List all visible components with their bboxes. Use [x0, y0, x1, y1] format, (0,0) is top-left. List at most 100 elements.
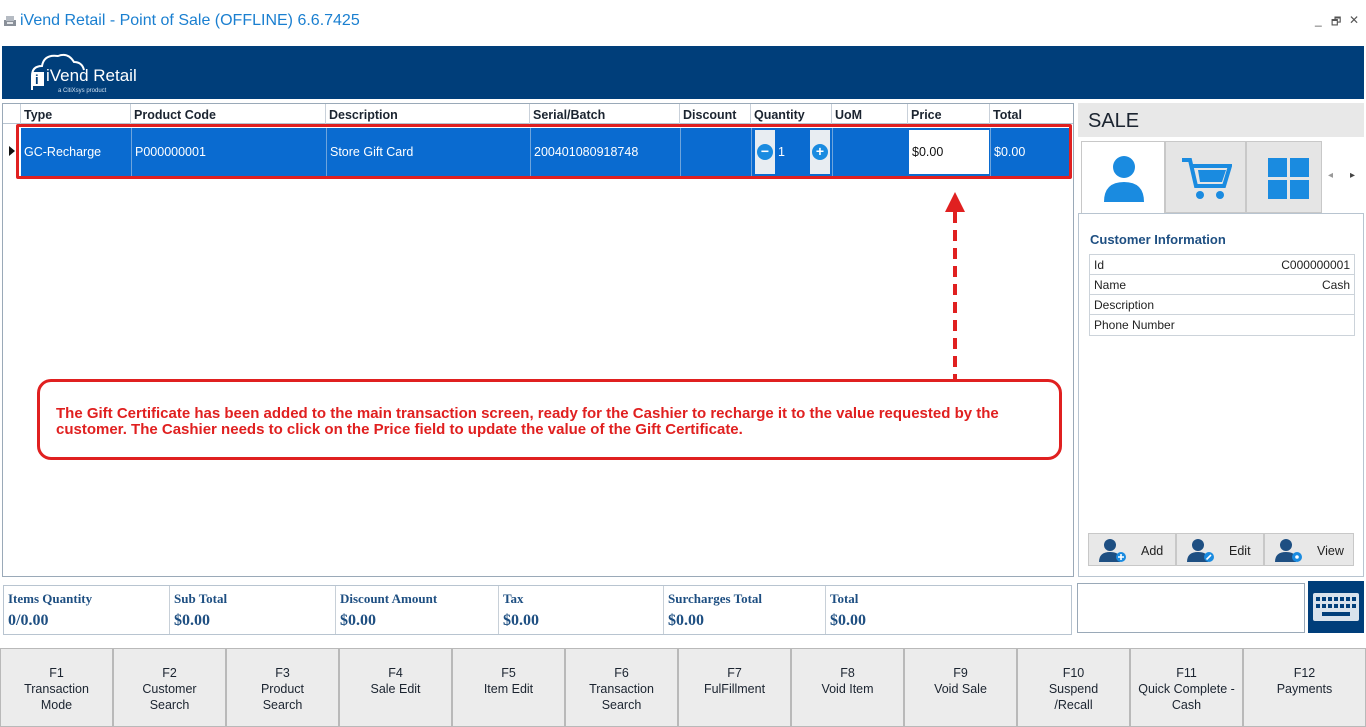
- view-customer-icon: [1275, 539, 1302, 562]
- field-label: Id: [1094, 258, 1105, 272]
- scan-input[interactable]: [1077, 583, 1305, 633]
- title-bar: iVend Retail - Point of Sale (OFFLINE) 6…: [0, 0, 1366, 44]
- tiles-icon: [1268, 158, 1309, 199]
- column-header-total[interactable]: Total: [989, 104, 1073, 124]
- total-grand: Total $0.00: [826, 586, 1071, 634]
- total-value: $0.00: [668, 612, 704, 629]
- logo-subtext: a CitiXsys product: [58, 88, 107, 94]
- f10-suspend-recall-button[interactable]: F10 Suspend /Recall: [1017, 648, 1130, 727]
- logo-glyph: i: [35, 72, 39, 87]
- key-label: F2: [162, 666, 177, 680]
- tab-tiles[interactable]: [1246, 141, 1322, 213]
- key-action: Void Item: [821, 682, 874, 696]
- column-header-discount[interactable]: Discount: [679, 104, 750, 124]
- f1-transaction-mode-button[interactable]: F1 Transaction Mode: [0, 648, 113, 727]
- key-action: Suspend /Recall: [1048, 682, 1099, 712]
- customer-field-name: Name Cash: [1090, 275, 1354, 295]
- customer-info-panel: Customer Information Id C000000001 Name …: [1078, 213, 1364, 577]
- add-customer-button[interactable]: Add: [1088, 533, 1176, 566]
- total-value: $0.00: [830, 612, 866, 629]
- field-label: Name: [1094, 278, 1127, 292]
- add-customer-icon: [1099, 539, 1126, 562]
- f2-customer-search-button[interactable]: F2 Customer Search: [113, 648, 226, 727]
- total-value: $0.00: [174, 612, 210, 629]
- f4-sale-edit-button[interactable]: F4 Sale Edit: [339, 648, 452, 727]
- view-label: View: [1317, 544, 1344, 558]
- key-label: F9: [953, 666, 968, 680]
- total-sub-total: Sub Total $0.00: [170, 586, 336, 634]
- key-label: F5: [501, 666, 516, 680]
- total-label: Surcharges Total: [668, 591, 763, 606]
- field-label: Description: [1094, 298, 1155, 312]
- annotation-text: The Gift Certificate has been added to t…: [56, 405, 999, 438]
- key-label: F11: [1176, 666, 1197, 680]
- sale-title: SALE: [1088, 110, 1140, 132]
- tab-scroll-right-icon[interactable]: ▸: [1350, 170, 1355, 181]
- customer-icon: [1104, 156, 1144, 202]
- f8-void-item-button[interactable]: F8 Void Item: [791, 648, 904, 727]
- customer-field-id: Id C000000001: [1090, 255, 1354, 275]
- restore-icon[interactable]: 🗗: [1331, 13, 1341, 32]
- column-header-price[interactable]: Price: [907, 104, 989, 124]
- key-label: F10: [1062, 666, 1085, 680]
- total-value: $0.00: [503, 612, 539, 629]
- app-icon: [4, 16, 16, 26]
- customer-info-title: Customer Information: [1090, 232, 1226, 247]
- cart-icon: [1182, 158, 1232, 199]
- key-action: Quick Complete - Cash: [1138, 682, 1235, 712]
- key-label: F6: [614, 666, 629, 680]
- key-action: Item Edit: [483, 682, 534, 696]
- column-header-quantity[interactable]: Quantity: [750, 104, 831, 124]
- key-action: Product Search: [260, 682, 305, 712]
- grid-header: Type Product Code Description Serial/Bat…: [3, 104, 1073, 124]
- key-action: Payments: [1276, 682, 1333, 696]
- view-customer-button[interactable]: View: [1264, 533, 1354, 566]
- customer-field-description: Description: [1090, 295, 1354, 315]
- column-header-serial-batch[interactable]: Serial/Batch: [529, 104, 679, 124]
- column-header-product-code[interactable]: Product Code: [130, 104, 325, 124]
- total-label: Sub Total: [174, 591, 228, 606]
- f7-fulfillment-button[interactable]: F7 FulFillment: [678, 648, 791, 727]
- column-header-uom[interactable]: UoM: [831, 104, 907, 124]
- keyboard-icon: [1313, 593, 1359, 621]
- f3-product-search-button[interactable]: F3 Product Search: [226, 648, 339, 727]
- total-value: $0.00: [340, 612, 376, 629]
- tab-scroll-left-icon[interactable]: ◂: [1328, 170, 1333, 181]
- function-key-bar: F1 Transaction Mode F2 Customer Search F…: [0, 648, 1366, 727]
- field-label: Phone Number: [1094, 318, 1175, 332]
- window-title: iVend Retail - Point of Sale (OFFLINE) 6…: [20, 12, 360, 29]
- f12-payments-button[interactable]: F12 Payments: [1243, 648, 1366, 727]
- f5-item-edit-button[interactable]: F5 Item Edit: [452, 648, 565, 727]
- row-indicator-icon: [9, 146, 15, 156]
- total-label: Items Quantity: [8, 591, 93, 606]
- field-value: C000000001: [1281, 258, 1350, 272]
- f11-quick-complete-cash-button[interactable]: F11 Quick Complete - Cash: [1130, 648, 1243, 727]
- column-header-type[interactable]: Type: [20, 104, 130, 124]
- totals-bar: Items Quantity 0/0.00 Sub Total $0.00 Di…: [3, 585, 1072, 635]
- total-items-quantity: Items Quantity 0/0.00: [4, 586, 170, 634]
- edit-customer-button[interactable]: Edit: [1176, 533, 1264, 566]
- key-label: F8: [840, 666, 855, 680]
- logo-text: iVend Retail: [46, 66, 137, 85]
- total-discount-amount: Discount Amount $0.00: [336, 586, 499, 634]
- f9-void-sale-button[interactable]: F9 Void Sale: [904, 648, 1017, 727]
- key-label: F4: [388, 666, 403, 680]
- total-label: Discount Amount: [340, 591, 438, 606]
- field-value: Cash: [1321, 278, 1350, 292]
- total-value: 0/0.00: [8, 612, 49, 629]
- keyboard-button[interactable]: [1308, 581, 1364, 633]
- row-highlight-annotation: [16, 124, 1072, 179]
- total-surcharges: Surcharges Total $0.00: [664, 586, 826, 634]
- key-label: F1: [49, 666, 64, 680]
- key-label: F3: [275, 666, 290, 680]
- annotation-arrow-icon: [945, 192, 965, 380]
- close-icon[interactable]: ✕: [1349, 13, 1359, 27]
- column-header-description[interactable]: Description: [325, 104, 529, 124]
- f6-transaction-search-button[interactable]: F6 Transaction Search: [565, 648, 678, 727]
- customer-info-table: Id C000000001 Name Cash Description Phon…: [1089, 254, 1355, 336]
- minimize-icon[interactable]: _: [1315, 13, 1322, 27]
- key-action: Transaction Search: [589, 682, 654, 712]
- tab-cart[interactable]: [1165, 141, 1246, 213]
- edit-label: Edit: [1229, 544, 1251, 558]
- tab-customer[interactable]: [1081, 141, 1165, 215]
